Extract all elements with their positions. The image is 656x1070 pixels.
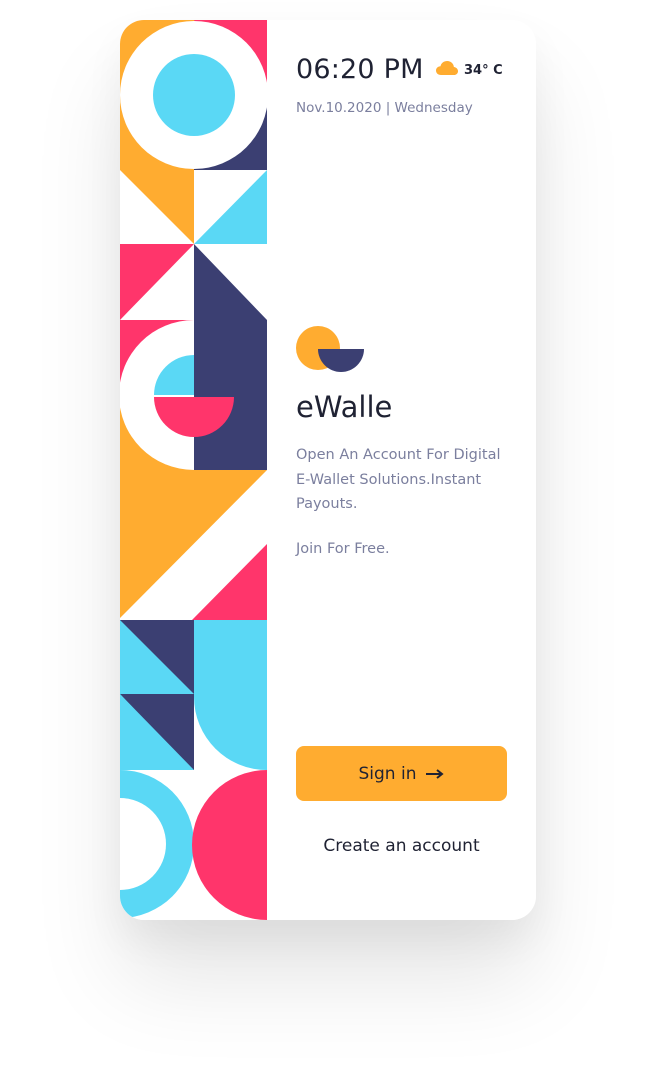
date-line: Nov.10.2020 | Wednesday (296, 100, 473, 116)
geometric-pattern (120, 20, 267, 920)
pattern-cyan-drop (194, 620, 267, 770)
phone-screen: 06:20 PM 34° C Nov.10.2020 | Wednesday e… (120, 20, 536, 920)
tagline: Open An Account For Digital E-Wallet Sol… (296, 447, 501, 512)
weather-widget: 34° C (436, 60, 503, 80)
app-name: eWalle (296, 390, 393, 424)
temperature: 34° C (464, 62, 503, 78)
clock-time: 06:20 PM (296, 54, 424, 85)
ewalle-logo-icon (296, 326, 366, 376)
join-text: Join For Free. (296, 541, 390, 557)
signin-label: Sign in (358, 763, 417, 784)
signin-button[interactable]: Sign in (296, 746, 507, 801)
pattern-cyan-circle (153, 54, 235, 136)
content-panel: 06:20 PM 34° C Nov.10.2020 | Wednesday e… (296, 20, 516, 920)
cloud-icon (436, 60, 458, 80)
arrow-right-icon (426, 768, 445, 779)
create-account-link[interactable]: Create an account (296, 836, 507, 856)
